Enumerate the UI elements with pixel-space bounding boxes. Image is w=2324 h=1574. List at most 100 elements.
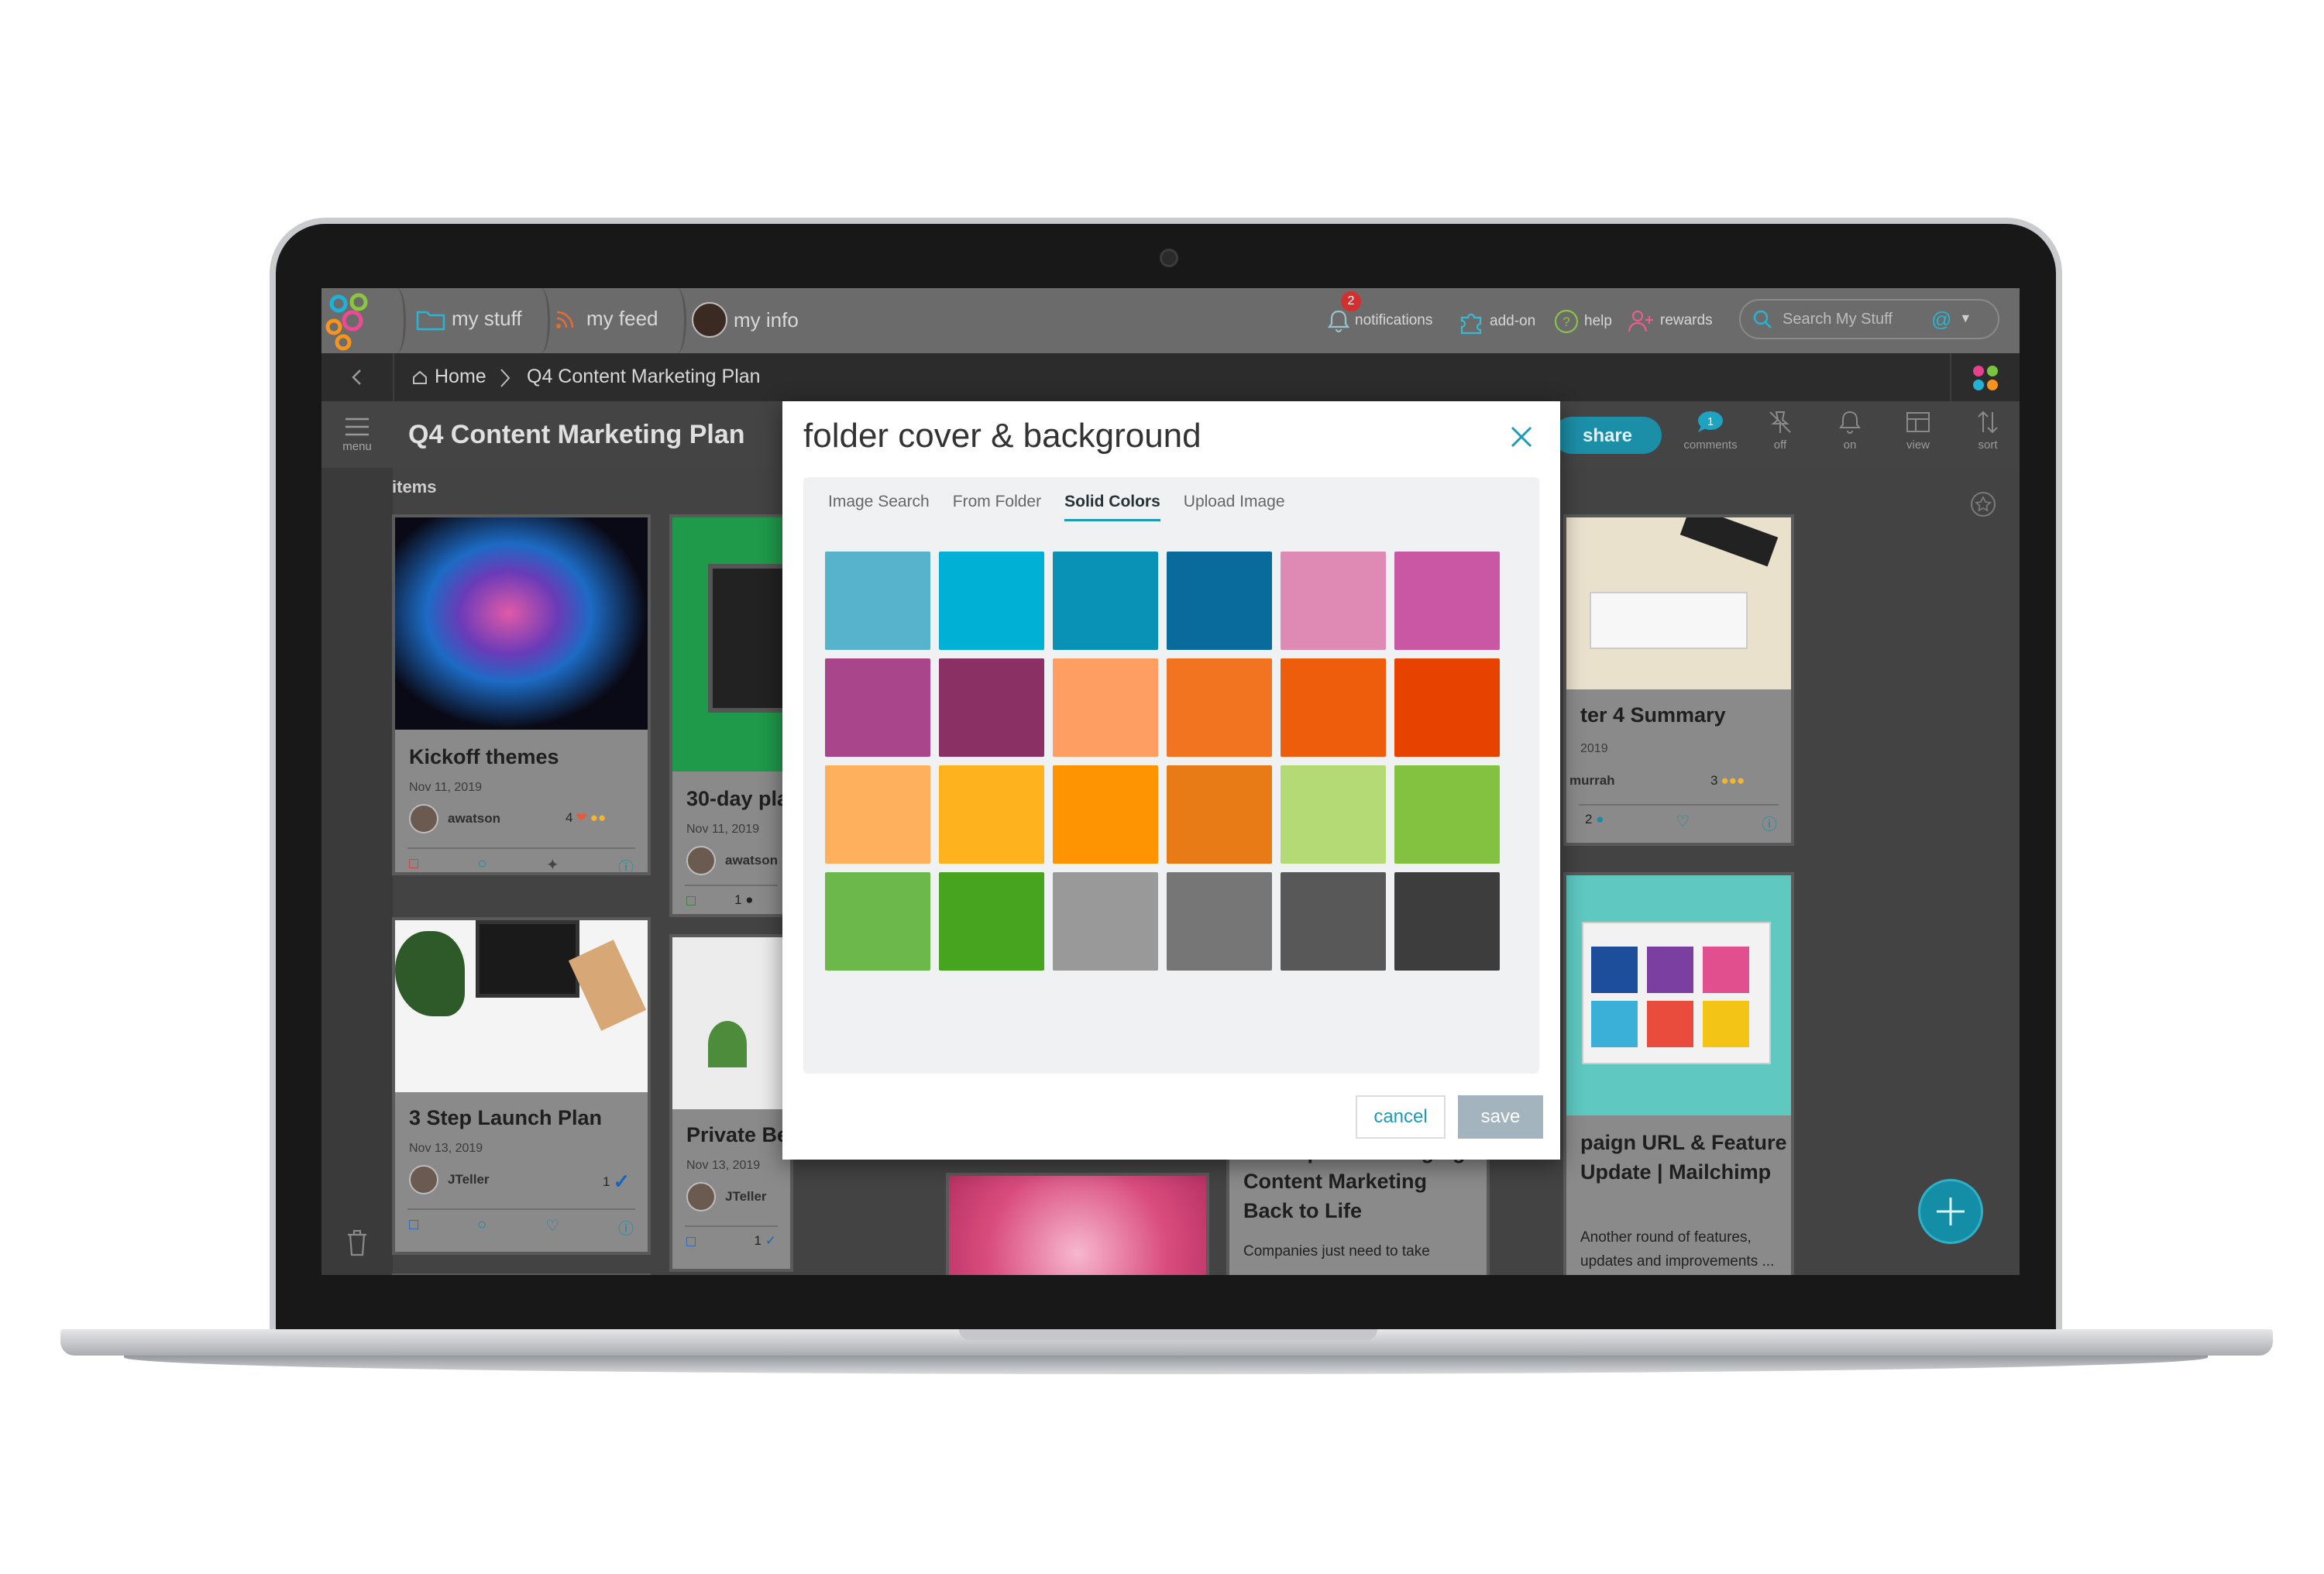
comment-icon: 1 (1698, 411, 1723, 432)
on-toggle[interactable]: on (1815, 409, 1885, 452)
search-input[interactable] (1781, 309, 1923, 329)
nav-my-feed[interactable]: my feed (554, 307, 658, 331)
color-swatch[interactable] (825, 552, 930, 650)
breadcrumb-home[interactable]: Home (411, 366, 486, 388)
color-swatch[interactable] (825, 658, 930, 757)
color-swatch[interactable] (1167, 872, 1272, 971)
color-swatch[interactable] (1167, 658, 1272, 757)
info-icon[interactable]: ⓘ (618, 855, 634, 872)
help-label: help (1584, 313, 1612, 329)
item-card[interactable]: paign URL & Feature Update | Mailchimp A… (1563, 872, 1794, 1275)
leaf-illustration (395, 931, 465, 1016)
add-item-button[interactable] (1918, 1179, 1983, 1244)
at-icon[interactable]: @ (1931, 308, 1951, 332)
color-swatch[interactable] (1394, 658, 1500, 757)
item-card[interactable]: 3 Step Launch Plan Nov 13, 2019 JTeller … (392, 917, 651, 1255)
color-swatch[interactable] (1394, 765, 1500, 864)
color-swatch[interactable] (939, 765, 1044, 864)
nav-my-stuff[interactable]: my stuff (416, 307, 522, 331)
keyboard-illustration (1590, 592, 1748, 649)
rewards-button[interactable]: rewards (1628, 308, 1713, 333)
monitor-illustration (708, 564, 790, 713)
reaction-count: 3 ●●● (1710, 773, 1745, 789)
card-title: Private Be (686, 1123, 789, 1146)
card-date: Nov 11, 2019 (686, 823, 759, 836)
view-button[interactable]: view (1883, 409, 1953, 452)
comment-count[interactable]: 2 ● (1585, 812, 1604, 834)
on-label: on (1843, 438, 1857, 452)
tab-from-folder[interactable]: From Folder (953, 490, 1041, 521)
color-swatch[interactable] (1394, 872, 1500, 971)
sort-button[interactable]: sort (1953, 409, 2020, 452)
color-swatch[interactable] (825, 765, 930, 864)
color-swatch[interactable] (939, 658, 1044, 757)
avatar (409, 804, 438, 833)
item-card[interactable] (946, 1173, 1209, 1275)
item-card[interactable] (392, 1273, 651, 1275)
save-button[interactable]: save (1458, 1095, 1543, 1139)
addon-button[interactable]: add-on (1459, 308, 1535, 335)
folder-icon (416, 311, 445, 330)
color-swatch[interactable] (1167, 765, 1272, 864)
laptop-notch (959, 1329, 1377, 1340)
website-screenshot-illustration (1582, 922, 1771, 1064)
card-owner-name: JTeller (725, 1189, 767, 1204)
dialog-content-panel: Image Search From Folder Solid Colors Up… (803, 477, 1539, 1074)
trash-icon[interactable] (343, 1227, 371, 1258)
heart-icon[interactable]: ♡ (545, 1216, 559, 1239)
tab-upload-image[interactable]: Upload Image (1184, 490, 1285, 521)
notifications-button[interactable]: notifications (1327, 308, 1432, 333)
color-swatch[interactable] (1053, 658, 1158, 757)
color-swatch[interactable] (1281, 552, 1386, 650)
chevron-down-icon[interactable]: ▼ (1959, 312, 1972, 326)
color-swatch[interactable] (1394, 552, 1500, 650)
color-swatch[interactable] (939, 872, 1044, 971)
off-toggle[interactable]: off (1745, 409, 1815, 452)
spreadsheet-file-icon: □ (686, 892, 696, 909)
comment-icon[interactable]: ○ (477, 855, 486, 872)
apps-grid-icon (1973, 366, 1998, 390)
reaction-count: 1 ✓ (754, 1233, 776, 1248)
comment-icon[interactable]: ○ (477, 1216, 486, 1239)
color-swatch[interactable] (1053, 765, 1158, 864)
celebrate-icon[interactable]: ✦ (546, 855, 559, 872)
color-swatch[interactable] (825, 872, 930, 971)
color-swatch[interactable] (1281, 872, 1386, 971)
heart-icon[interactable]: ♡ (1676, 812, 1690, 834)
color-swatch[interactable] (939, 552, 1044, 650)
color-swatch[interactable] (1167, 552, 1272, 650)
card-owner-name: JTeller (448, 1172, 490, 1187)
info-icon[interactable]: ⓘ (618, 1216, 634, 1239)
color-swatch[interactable] (1281, 765, 1386, 864)
apps-switcher[interactable] (1950, 353, 2020, 401)
dialog-tabs: Image Search From Folder Solid Colors Up… (828, 490, 1285, 521)
comments-button[interactable]: 1 comments (1676, 409, 1745, 452)
close-icon[interactable] (1508, 423, 1535, 451)
help-button[interactable]: ? help (1553, 308, 1612, 335)
item-card[interactable]: Private Be Nov 13, 2019 JTeller □ 1 ✓ (669, 934, 793, 1272)
color-swatch[interactable] (1281, 658, 1386, 757)
info-icon[interactable]: ⓘ (1762, 812, 1777, 834)
pdf-file-icon: □ (409, 855, 419, 872)
tab-image-search[interactable]: Image Search (828, 490, 930, 521)
reaction-count-value: 1 (603, 1174, 610, 1189)
nav-my-info[interactable]: my info (692, 302, 799, 338)
share-button[interactable]: share (1553, 417, 1662, 454)
star-icon[interactable] (1970, 491, 1996, 517)
color-swatch[interactable] (1053, 552, 1158, 650)
color-swatch[interactable] (1053, 872, 1158, 971)
cancel-button[interactable]: cancel (1356, 1095, 1446, 1139)
item-card[interactable]: Kickoff themes Nov 11, 2019 awatson 4 ❤ … (392, 514, 651, 875)
back-button[interactable] (321, 353, 394, 401)
tab-solid-colors[interactable]: Solid Colors (1064, 490, 1160, 521)
menu-button[interactable]: menu (321, 401, 393, 468)
nav-my-stuff-label: my stuff (452, 307, 522, 330)
item-card[interactable]: ter 4 Summary 2019 murrah 3 ●●● 2 ● ♡ ⓘ (1563, 514, 1794, 846)
hamburger-icon (346, 418, 369, 435)
search-box[interactable]: @ ▼ (1739, 299, 1999, 339)
item-card[interactable]: 30-day pla Nov 11, 2019 awatson □ 1 ● (669, 514, 793, 917)
layout-icon (1906, 412, 1930, 432)
comments-label: comments (1683, 438, 1738, 452)
folder-cover-dialog: folder cover & background Image Search F… (782, 401, 1560, 1160)
clipboard-illustration (568, 940, 647, 1031)
